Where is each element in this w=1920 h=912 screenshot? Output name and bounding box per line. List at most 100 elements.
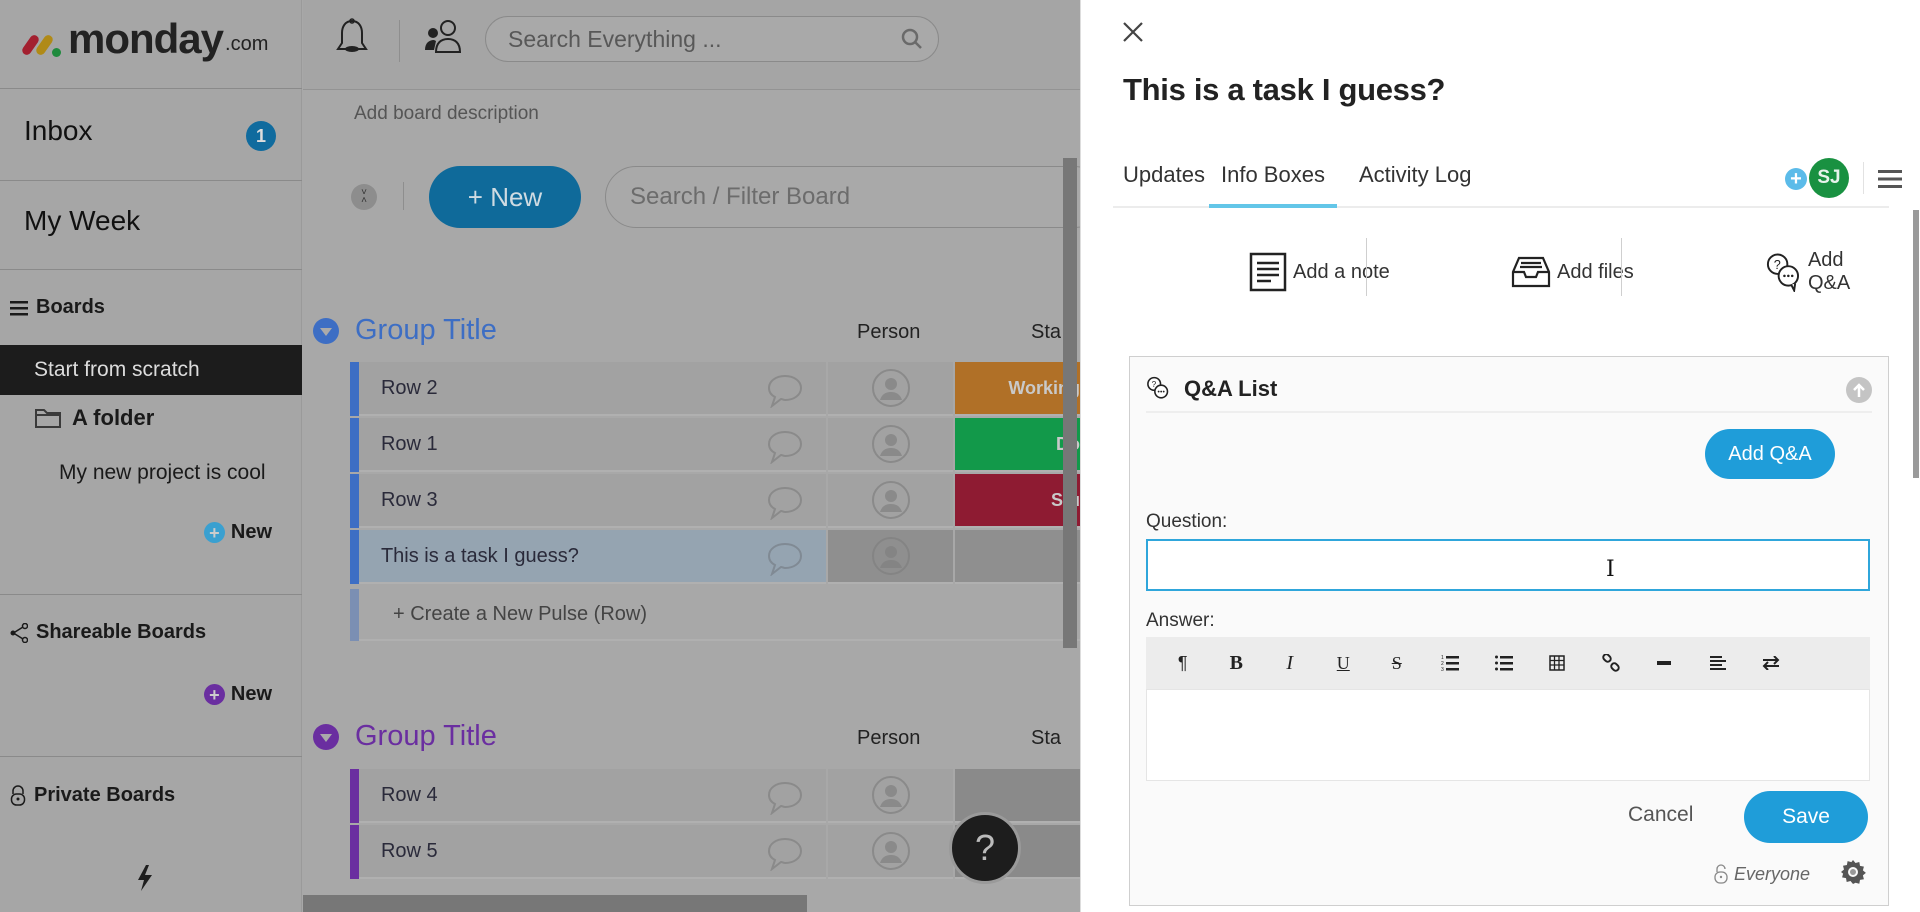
person-cell[interactable]	[827, 418, 954, 472]
status-cell[interactable]	[955, 530, 1080, 584]
sidebar-item-inbox[interactable]: Inbox 1	[0, 115, 302, 151]
row-name-cell[interactable]: Row 4	[358, 769, 826, 823]
chat-bubble-icon[interactable]	[766, 486, 804, 520]
group-collapse-icon[interactable]	[313, 723, 339, 750]
table-row[interactable]: Row 3 Stu	[350, 474, 1080, 528]
column-header-status[interactable]: Sta	[1031, 727, 1061, 750]
answer-editor[interactable]	[1146, 689, 1870, 781]
status-cell[interactable]: Working	[955, 362, 1080, 416]
unordered-list-icon[interactable]	[1477, 643, 1531, 683]
row-name-cell[interactable]: This is a task I guess?	[358, 530, 826, 584]
private-boards-header[interactable]: Private Boards	[10, 784, 175, 807]
boards-section-header[interactable]: Boards	[10, 296, 105, 319]
ordered-list-icon[interactable]: 123	[1424, 643, 1478, 683]
chat-bubble-icon[interactable]	[766, 837, 804, 871]
user-avatar[interactable]: SJ	[1809, 158, 1849, 198]
group-title[interactable]: Group Title	[355, 720, 497, 753]
divider	[0, 180, 302, 181]
underline-icon[interactable]: U	[1317, 643, 1371, 683]
person-cell[interactable]	[827, 825, 954, 879]
chat-bubble-icon[interactable]	[766, 781, 804, 815]
italic-icon[interactable]: I	[1263, 643, 1317, 683]
panel-scrollbar[interactable]	[1913, 210, 1919, 478]
sidebar-folder[interactable]: A folder	[34, 405, 154, 431]
sidebar-board-item[interactable]: My new project is cool	[59, 461, 266, 485]
board-vertical-scrollbar[interactable]	[1063, 158, 1077, 648]
table-row[interactable]: Row 2 Working	[350, 362, 1080, 416]
notifications-bell-icon[interactable]	[335, 18, 369, 58]
collapse-up-icon[interactable]	[1846, 377, 1872, 403]
visibility-setting[interactable]: Everyone	[1714, 863, 1810, 885]
row-name-cell[interactable]: Row 3	[358, 474, 826, 528]
group-title[interactable]: Group Title	[355, 314, 497, 347]
row-name-cell[interactable]: Row 2	[358, 362, 826, 416]
add-subscriber-icon[interactable]: +	[1785, 168, 1807, 190]
paragraph-icon[interactable]: ¶	[1156, 643, 1210, 683]
tab-updates[interactable]: Updates	[1123, 162, 1205, 206]
save-button[interactable]: Save	[1744, 791, 1868, 843]
new-board-button[interactable]: + New	[203, 521, 272, 544]
top-bar: Search Everything ...	[303, 0, 1080, 90]
group-collapse-icon[interactable]	[313, 317, 339, 344]
group-header[interactable]: Group Title	[313, 720, 497, 753]
add-qa-action-button[interactable]: ? Add Q&A	[1765, 232, 1889, 312]
collapse-all-button[interactable]: ˅ ˄	[351, 184, 377, 210]
person-cell[interactable]	[827, 769, 954, 823]
gear-icon[interactable]	[1840, 859, 1866, 885]
sidebar-item-my-week[interactable]: My Week	[0, 205, 302, 237]
person-cell[interactable]	[827, 474, 954, 528]
person-cell[interactable]	[827, 362, 954, 416]
add-qa-button[interactable]: Add Q&A	[1705, 429, 1835, 479]
divider	[399, 20, 400, 62]
close-icon[interactable]	[1119, 18, 1147, 46]
lock-icon	[10, 784, 26, 806]
tab-activity-log[interactable]: Activity Log	[1359, 162, 1472, 206]
filter-board-input[interactable]: Search / Filter Board	[605, 166, 1080, 228]
row-name-cell[interactable]: Row 5	[358, 825, 826, 879]
group-header[interactable]: Group Title	[313, 314, 497, 347]
board-horizontal-scrollbar[interactable]	[303, 895, 807, 912]
search-icon[interactable]	[900, 27, 924, 51]
table-row[interactable]: Row 1 Do	[350, 418, 1080, 472]
status-cell[interactable]: Do	[955, 418, 1080, 472]
new-item-button[interactable]: + New	[429, 166, 581, 228]
create-new-pulse-label[interactable]: + Create a New Pulse (Row)	[359, 589, 1080, 641]
table-row-selected[interactable]: This is a task I guess?	[350, 530, 1080, 584]
column-header-person[interactable]: Person	[857, 321, 920, 344]
team-people-icon[interactable]	[423, 18, 463, 56]
start-from-scratch-item[interactable]: Start from scratch	[0, 345, 302, 395]
column-header-status[interactable]: Sta	[1031, 321, 1061, 344]
horizontal-rule-icon[interactable]	[1638, 643, 1692, 683]
create-new-pulse-row[interactable]: + Create a New Pulse (Row)	[350, 589, 1080, 641]
chat-bubble-icon[interactable]	[766, 430, 804, 464]
new-shareable-board-button[interactable]: + New	[203, 683, 272, 706]
add-files-button[interactable]: Add files	[1511, 232, 1634, 312]
question-input[interactable]	[1146, 539, 1870, 591]
pulse-title[interactable]: This is a task I guess?	[1123, 72, 1445, 108]
table-icon[interactable]	[1531, 643, 1585, 683]
align-icon[interactable]	[1691, 643, 1745, 683]
link-icon[interactable]	[1584, 643, 1638, 683]
help-button[interactable]: ?	[949, 812, 1021, 884]
person-cell[interactable]	[827, 530, 954, 584]
text-direction-icon[interactable]	[1745, 643, 1799, 683]
monday-logo[interactable]: monday .com	[20, 18, 268, 60]
hamburger-menu-icon[interactable]	[1878, 168, 1902, 190]
lightning-icon[interactable]	[136, 865, 154, 891]
shareable-boards-header[interactable]: Shareable Boards	[10, 621, 206, 644]
board-description[interactable]: Add board description	[354, 103, 539, 125]
bold-icon[interactable]: B	[1210, 643, 1264, 683]
chat-bubble-icon[interactable]	[766, 374, 804, 408]
chat-bubble-icon[interactable]	[766, 542, 804, 576]
row-name-cell[interactable]: Row 1	[358, 418, 826, 472]
divider	[0, 88, 302, 89]
folder-icon	[35, 409, 61, 428]
cancel-button[interactable]: Cancel	[1628, 803, 1693, 827]
rich-text-toolbar: ¶ B I U S 123	[1146, 637, 1870, 689]
search-everything-input[interactable]: Search Everything ...	[485, 16, 939, 62]
tab-info-boxes[interactable]: Info Boxes	[1209, 162, 1337, 208]
column-header-person[interactable]: Person	[857, 727, 920, 750]
add-note-button[interactable]: Add a note	[1249, 232, 1390, 312]
strikethrough-icon[interactable]: S	[1370, 643, 1424, 683]
status-cell[interactable]: Stu	[955, 474, 1080, 528]
